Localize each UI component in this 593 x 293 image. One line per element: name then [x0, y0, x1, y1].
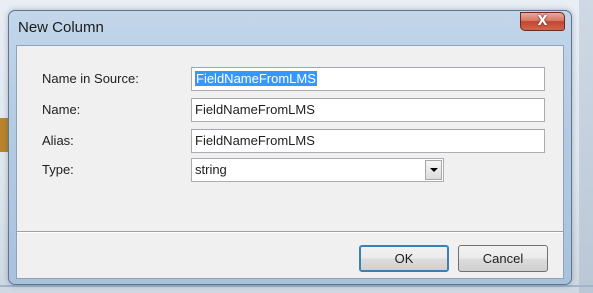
type-row: Type: string [17, 157, 563, 183]
close-button[interactable]: X [520, 12, 565, 31]
ok-button[interactable]: OK [359, 245, 449, 272]
type-value: string [195, 162, 227, 177]
name-label: Name: [42, 102, 81, 117]
dialog-title: New Column [18, 19, 104, 36]
cancel-button[interactable]: Cancel [458, 245, 548, 272]
background-taskbar-edge [0, 285, 593, 287]
type-select[interactable]: string [191, 158, 444, 182]
name-in-source-input[interactable]: FieldNameFromLMS [191, 67, 545, 91]
close-icon: X [537, 14, 548, 29]
name-input[interactable]: FieldNameFromLMS [191, 98, 545, 122]
alias-value: FieldNameFromLMS [195, 133, 315, 148]
name-in-source-row: Name in Source: FieldNameFromLMS [17, 66, 563, 92]
alias-label: Alias: [42, 133, 74, 148]
alias-input[interactable]: FieldNameFromLMS [191, 129, 545, 153]
background-window-edge-right [579, 0, 593, 293]
name-in-source-value: FieldNameFromLMS [195, 71, 317, 86]
dialog-body: Name in Source: FieldNameFromLMS Name: F… [16, 45, 564, 279]
dialog-footer: OK Cancel [17, 233, 563, 278]
chevron-down-icon[interactable] [425, 160, 442, 180]
background-window-edge [0, 118, 8, 152]
alias-row: Alias: FieldNameFromLMS [17, 128, 563, 154]
title-bar[interactable]: New Column X [9, 11, 571, 45]
name-value: FieldNameFromLMS [195, 102, 315, 117]
new-column-dialog: New Column X Name in Source: FieldNameFr… [8, 10, 572, 285]
name-row: Name: FieldNameFromLMS [17, 97, 563, 123]
type-label: Type: [42, 162, 74, 177]
name-in-source-label: Name in Source: [42, 71, 139, 86]
